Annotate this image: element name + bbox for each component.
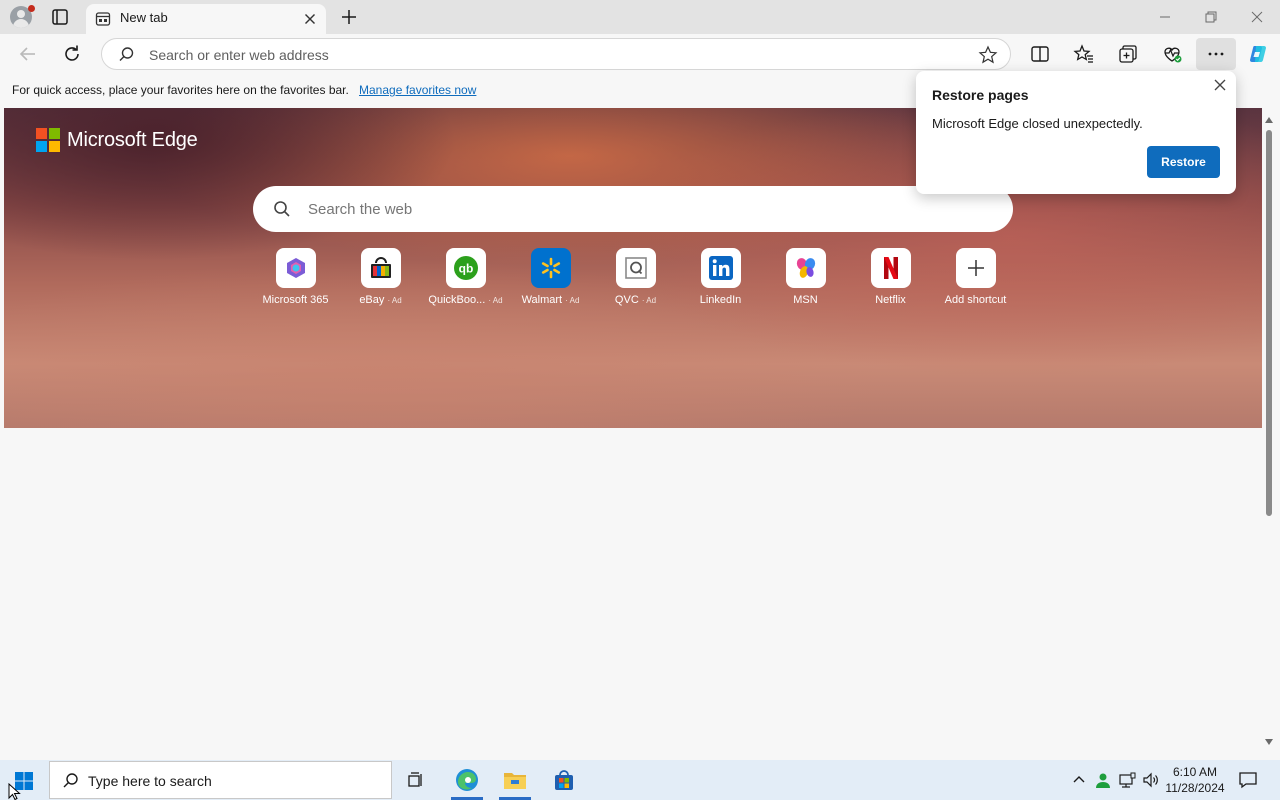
split-screen-icon[interactable] — [1028, 42, 1052, 66]
task-view-button[interactable] — [392, 760, 440, 800]
profile-notification-dot — [28, 5, 35, 12]
copilot-icon[interactable] — [1246, 42, 1270, 66]
microsoft365-icon — [286, 258, 305, 278]
shortcut-netflix[interactable]: Netflix — [848, 248, 933, 306]
web-search-box[interactable]: Search the web — [253, 186, 1013, 232]
task-view-icon — [408, 772, 422, 787]
manage-favorites-link[interactable]: Manage favorites now — [359, 83, 476, 97]
favorites-bar-message: For quick access, place your favorites h… — [12, 83, 349, 97]
shortcut-ebay[interactable]: eBay · Ad — [338, 248, 423, 306]
shortcut-qvc[interactable]: QVC · Ad — [593, 248, 678, 306]
shortcut-quickbooks[interactable]: qb QuickBoo... · Ad — [423, 248, 508, 306]
taskbar-search-placeholder: Type here to search — [88, 773, 212, 789]
title-bar: New tab — [0, 0, 1280, 34]
shortcut-linkedin[interactable]: LinkedIn — [678, 248, 763, 306]
clock-date: 11/28/2024 — [1165, 781, 1225, 795]
tab-new-tab[interactable]: New tab — [86, 4, 326, 34]
shortcut-microsoft-365[interactable]: Microsoft 365 — [253, 248, 338, 306]
microsoft-edge-logo: Microsoft Edge — [36, 128, 198, 152]
shortcut-label: eBay — [359, 294, 385, 306]
restore-pages-popup: Restore pages Microsoft Edge closed unex… — [916, 71, 1236, 194]
ad-label: · Ad — [565, 296, 580, 305]
close-window-button[interactable] — [1248, 8, 1266, 26]
favorites-icon[interactable] — [1072, 42, 1096, 66]
brand-name: Microsoft Edge — [67, 128, 198, 151]
microsoft-logo-icon — [36, 128, 60, 152]
new-tab-button[interactable] — [338, 6, 360, 28]
tab-title: New tab — [120, 10, 168, 25]
ad-label: · Ad — [488, 296, 503, 305]
show-hidden-icons-chevron-icon[interactable] — [1070, 771, 1088, 789]
ebay-icon — [370, 257, 391, 278]
page-scrollbar[interactable] — [1262, 108, 1276, 756]
scroll-down-icon[interactable] — [1264, 738, 1274, 746]
shortcut-label: Walmart — [521, 294, 563, 306]
mouse-cursor-icon — [8, 783, 21, 800]
taskbar-file-explorer[interactable] — [491, 760, 539, 800]
web-search-placeholder: Search the web — [308, 201, 413, 218]
search-icon — [63, 773, 78, 788]
address-bar[interactable]: Search or enter web address — [101, 38, 1011, 70]
shortcut-label: Netflix — [875, 294, 906, 306]
file-explorer-icon — [504, 773, 526, 789]
microsoft-store-icon — [555, 770, 573, 790]
taskbar: Type here to search 6:10 AM 11/28/2024 — [0, 760, 1280, 800]
shortcut-label: QVC — [614, 294, 639, 306]
scrollbar-thumb[interactable] — [1266, 130, 1272, 516]
msn-icon — [796, 258, 815, 278]
edge-icon — [456, 769, 478, 791]
scroll-up-icon[interactable] — [1264, 116, 1274, 124]
notifications-icon[interactable] — [1238, 770, 1258, 790]
refresh-button[interactable] — [60, 42, 84, 66]
qvc-icon — [624, 257, 647, 279]
quickbooks-icon: qb — [453, 256, 478, 280]
taskbar-microsoft-store[interactable] — [540, 760, 588, 800]
ad-label: · Ad — [641, 296, 657, 305]
shortcut-msn[interactable]: MSN — [763, 248, 848, 306]
clock-time: 6:10 AM — [1172, 765, 1218, 779]
address-placeholder: Search or enter web address — [149, 47, 329, 63]
taskbar-search-box[interactable]: Type here to search — [49, 761, 392, 799]
settings-and-more-button[interactable] — [1196, 38, 1236, 70]
volume-icon[interactable] — [1142, 771, 1160, 789]
back-button[interactable] — [16, 42, 40, 66]
popup-message: Microsoft Edge closed unexpectedly. — [932, 116, 1143, 131]
minimize-button[interactable] — [1156, 8, 1174, 26]
system-clock[interactable]: 6:10 AM 11/28/2024 — [1162, 764, 1228, 796]
shortcut-label: MSN — [793, 294, 818, 306]
restore-button[interactable]: Restore — [1147, 146, 1220, 178]
shortcut-label: QuickBoo... — [428, 294, 486, 306]
people-icon[interactable] — [1094, 771, 1112, 789]
netflix-icon — [883, 257, 898, 279]
linkedin-icon — [708, 256, 733, 280]
shortcut-label: Add shortcut — [944, 294, 1007, 306]
plus-icon — [967, 260, 984, 276]
search-icon — [119, 47, 134, 61]
more-dots-icon — [1208, 52, 1224, 56]
walmart-icon — [541, 257, 560, 279]
shortcut-label: Microsoft 365 — [262, 294, 329, 306]
shortcut-add[interactable]: Add shortcut — [933, 248, 1018, 306]
shortcut-walmart[interactable]: Walmart · Ad — [508, 248, 593, 306]
favorite-star-icon[interactable] — [978, 45, 998, 65]
taskbar-edge[interactable] — [443, 760, 491, 800]
close-tab-icon[interactable] — [302, 11, 318, 27]
svg-text:qb: qb — [458, 262, 473, 276]
shortcut-list: Microsoft 365 eBay · Ad qb QuickBoo... ·… — [253, 248, 1013, 318]
popup-title: Restore pages — [932, 87, 1029, 103]
browser-toolbar: Search or enter web address — [0, 34, 1280, 74]
close-popup-icon[interactable] — [1212, 77, 1228, 93]
ad-label: · Ad — [387, 296, 402, 305]
collections-icon[interactable] — [1116, 42, 1140, 66]
browser-essentials-icon[interactable] — [1160, 42, 1184, 66]
network-icon[interactable] — [1118, 771, 1136, 789]
tab-actions-icon[interactable] — [50, 7, 70, 27]
restore-window-button[interactable] — [1202, 8, 1220, 26]
search-icon — [274, 201, 290, 217]
shortcut-label: LinkedIn — [699, 294, 742, 306]
new-tab-page-icon — [95, 12, 111, 26]
